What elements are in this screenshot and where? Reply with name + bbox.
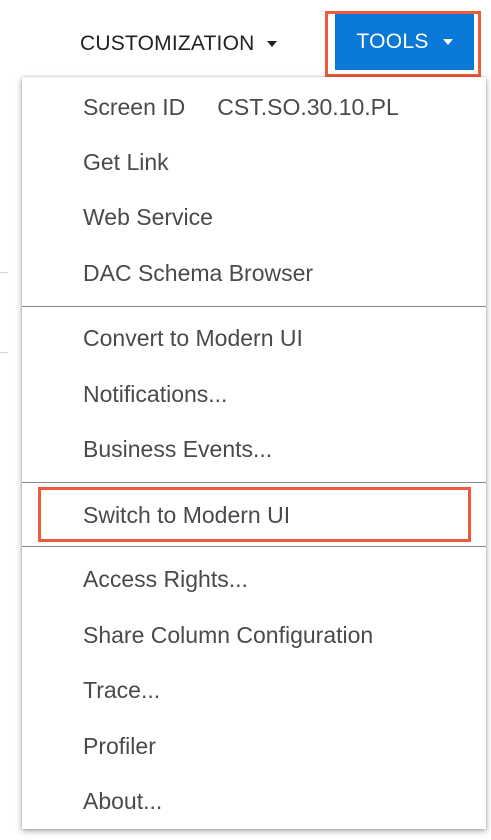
menu-item-label: Get Link xyxy=(83,148,169,175)
menu-item-label: Notifications... xyxy=(83,380,228,407)
menu-item-share-column-configuration[interactable]: Share Column Configuration xyxy=(22,613,486,657)
menu-separator xyxy=(22,546,486,547)
menu-item-dac-schema-browser[interactable]: DAC Schema Browser xyxy=(22,251,486,295)
menu-item-get-link[interactable]: Get Link xyxy=(22,140,486,184)
menu-item-label: Trace... xyxy=(83,676,161,703)
screen-id-value: CST.SO.30.10.PL xyxy=(217,93,399,120)
background-divider xyxy=(0,272,8,273)
tools-label: TOOLS xyxy=(356,30,429,53)
menu-separator xyxy=(22,306,486,307)
menu-item-profiler[interactable]: Profiler xyxy=(22,724,486,768)
menu-item-label: Convert to Modern UI xyxy=(83,324,303,351)
menu-item-switch-to-modern-ui[interactable]: Switch to Modern UI xyxy=(22,493,486,537)
menu-item-label: Access Rights... xyxy=(83,565,248,592)
caret-down-icon xyxy=(266,41,277,47)
menu-item-web-service[interactable]: Web Service xyxy=(22,195,486,239)
menu-item-label: Profiler xyxy=(83,732,156,759)
tools-dropdown-menu: Screen ID CST.SO.30.10.PL Get Link Web S… xyxy=(22,77,486,829)
caret-down-icon xyxy=(442,39,453,45)
menu-item-access-rights[interactable]: Access Rights... xyxy=(22,557,486,601)
menu-item-label: DAC Schema Browser xyxy=(83,259,314,286)
menu-item-notifications[interactable]: Notifications... xyxy=(22,372,486,416)
menu-item-screen-id[interactable]: Screen ID CST.SO.30.10.PL xyxy=(22,85,486,129)
top-toolbar: CUSTOMIZATION TOOLS xyxy=(0,0,491,78)
menu-item-convert-to-modern-ui[interactable]: Convert to Modern UI xyxy=(22,316,486,360)
menu-item-label: About... xyxy=(83,787,163,814)
menu-separator xyxy=(22,482,486,483)
screen-id-label: Screen ID xyxy=(83,93,186,120)
background-divider xyxy=(0,352,8,353)
tools-menu-button[interactable]: TOOLS xyxy=(335,14,474,70)
menu-item-label: Switch to Modern UI xyxy=(83,501,291,528)
menu-item-business-events[interactable]: Business Events... xyxy=(22,427,486,471)
menu-item-label: Share Column Configuration xyxy=(83,621,374,648)
page: CUSTOMIZATION TOOLS Screen ID CST.SO.30.… xyxy=(0,0,491,840)
customization-label: CUSTOMIZATION xyxy=(80,32,255,55)
menu-item-about[interactable]: About... xyxy=(22,779,486,823)
menu-item-label: Business Events... xyxy=(83,435,273,462)
menu-item-trace[interactable]: Trace... xyxy=(22,668,486,712)
customization-menu-button[interactable]: CUSTOMIZATION xyxy=(80,26,277,62)
menu-item-label: Web Service xyxy=(83,203,213,230)
